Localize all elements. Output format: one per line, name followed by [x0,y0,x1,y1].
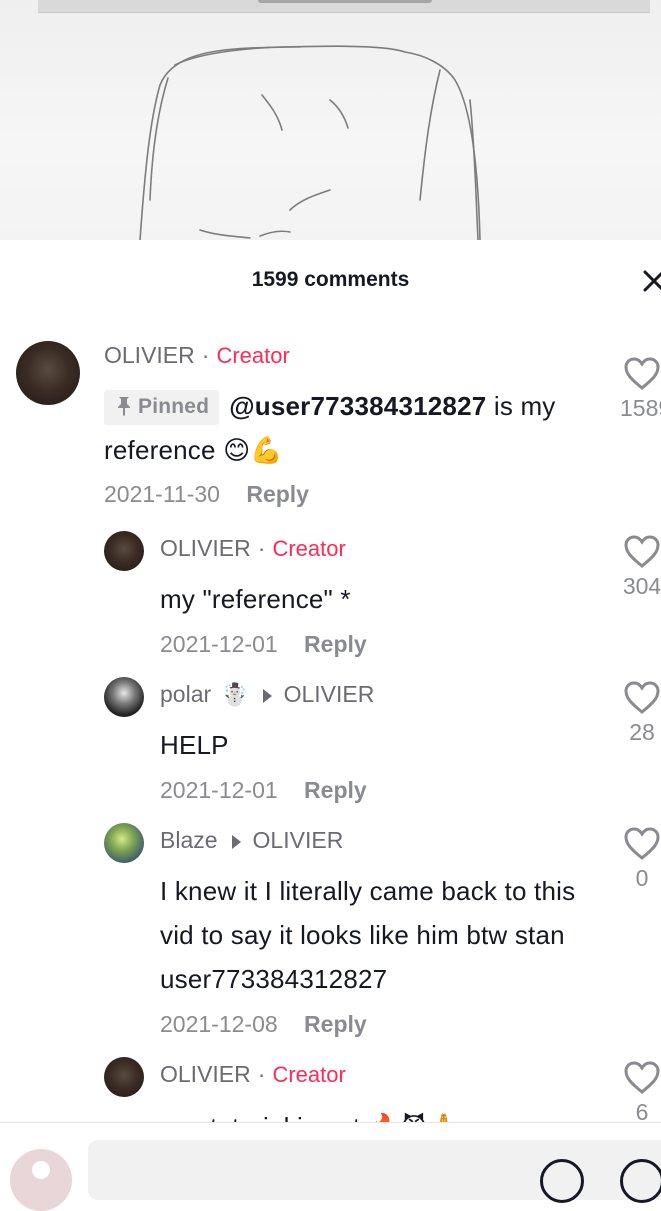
heart-icon [624,535,660,568]
mention-link[interactable]: @user773384312827 [229,391,486,421]
reply-to-username[interactable]: OLIVIER [253,827,344,854]
heart-icon [624,1061,660,1094]
comment-date: 2021-12-01 [160,777,278,803]
comment-input-bar [0,1122,661,1211]
close-icon [643,270,661,292]
like-button[interactable]: 28 [620,681,661,746]
heart-icon [624,827,660,860]
comments-sheet: 1599 comments OLIVIER · Creator Pinned @u… [0,240,661,1171]
like-button[interactable]: 304 [620,535,661,600]
avatar[interactable] [104,531,144,571]
video-preview[interactable] [0,0,661,240]
comment-text: Pinned @user773384312827 is my reference … [104,390,556,465]
comment-meta: 2021-12-01 Reply [160,777,367,804]
comment-meta: 2021-12-08 Reply [160,1011,367,1038]
comment-date: 2021-12-01 [160,631,278,657]
like-button[interactable]: 0 [620,827,661,892]
heart-icon [624,681,660,714]
username[interactable]: OLIVIER [104,342,195,369]
like-count: 0 [635,865,649,891]
emoji-icon[interactable] [620,1159,661,1203]
comment-author-line: Blaze OLIVIER [160,827,343,854]
comment-author-line: OLIVIER · Creator [160,535,346,562]
creator-badge: Creator [272,535,346,561]
avatar[interactable] [16,341,80,405]
reply-button[interactable]: Reply [246,481,309,507]
like-count: 28 [629,719,655,745]
comment-text: I knew it I literally came back to this … [160,876,576,994]
username[interactable]: OLIVIER [160,1061,251,1088]
reply-button[interactable]: Reply [304,777,367,803]
like-button[interactable]: 1589 [620,357,661,422]
like-count: 304 [622,573,661,599]
mention-icon[interactable] [540,1159,584,1203]
reply-button[interactable]: Reply [304,631,367,657]
username[interactable]: polar [160,681,211,708]
comment-text: HELP [160,730,229,760]
separator: · [201,342,210,368]
comment-date: 2021-12-08 [160,1011,278,1037]
comment-meta: 2021-11-30 Reply [104,481,309,508]
pinned-badge: Pinned [104,390,220,425]
comment-author-line: OLIVIER · Creator [104,342,290,369]
reply-button[interactable]: Reply [304,1011,367,1037]
comment-meta: 2021-12-01 Reply [160,631,367,658]
snowman-emoji: ☃️ [221,681,249,707]
heart-icon [624,357,660,390]
username[interactable]: OLIVIER [160,535,251,562]
creator-badge: Creator [216,342,290,368]
avatar[interactable] [104,677,144,717]
pin-icon [118,397,130,416]
pencil-sketch-image [139,45,481,240]
reply-arrow-icon [231,834,241,849]
close-button[interactable] [639,266,661,296]
comment-date: 2021-11-30 [104,481,220,507]
username[interactable]: Blaze [160,827,218,854]
like-button[interactable]: 6 [620,1061,661,1126]
comments-count-title: 1599 comments [251,268,410,291]
avatar[interactable] [104,1057,144,1097]
emoji: 😊💪 [223,435,283,465]
like-count: 1589 [620,395,661,421]
comment-text: my "reference" * [160,584,351,614]
comment-author-line: OLIVIER · Creator [160,1061,346,1088]
comment-author-line: polar ☃️ OLIVIER [160,681,374,708]
my-avatar[interactable] [10,1149,72,1211]
separator: · [257,1061,266,1087]
reply-arrow-icon [262,688,272,703]
avatar[interactable] [104,823,144,863]
separator: · [257,535,266,561]
creator-badge: Creator [272,1061,346,1087]
reply-to-username[interactable]: OLIVIER [284,681,375,708]
